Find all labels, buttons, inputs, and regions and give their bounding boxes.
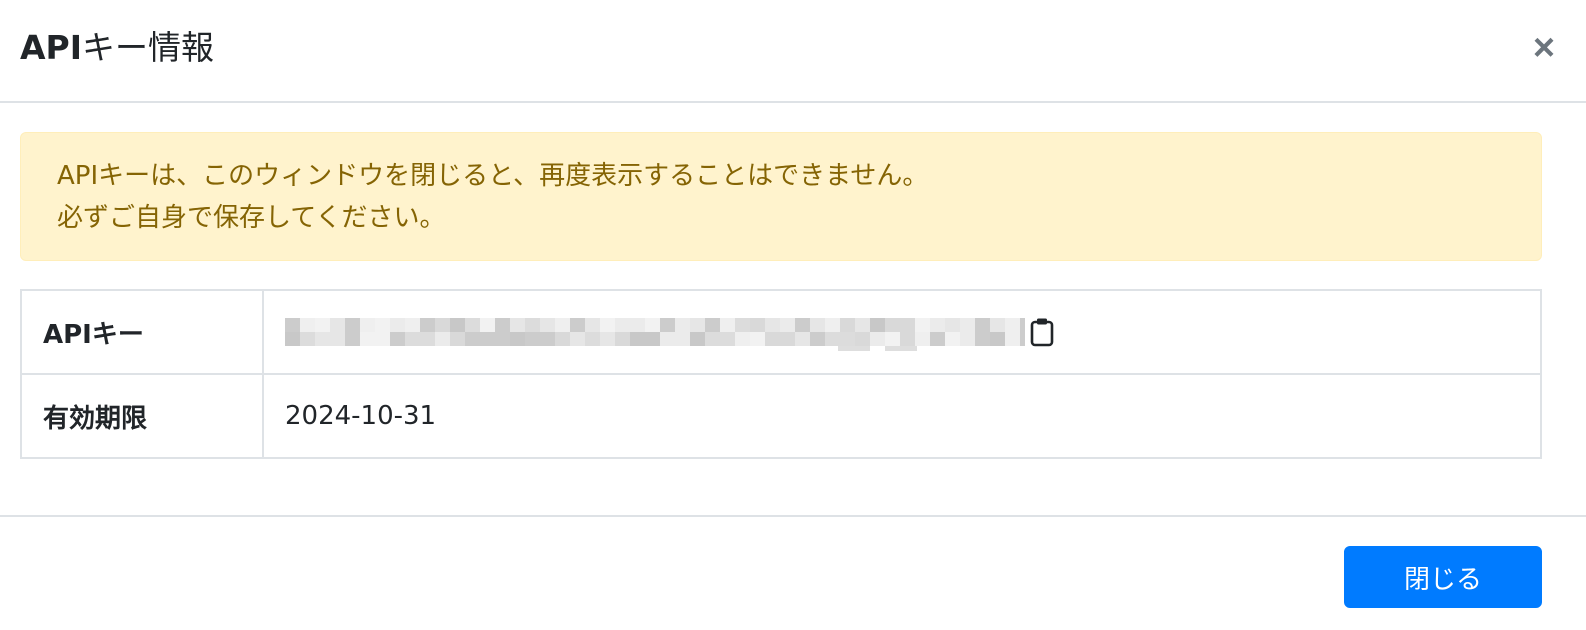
expiry-value: 2024-10-31 [262,373,1542,459]
modal-footer: 閉じる [0,515,1586,630]
table-row: APIキー [20,289,1542,375]
modal-title-suffix: キー情報 [82,28,215,67]
modal-body: APIキーは、このウィンドウを閉じると、再度表示することはできません。 必ずご自… [20,132,1542,459]
masked-api-key [285,313,1025,351]
modal-header: APIキー情報 × [0,0,1586,103]
modal-title-prefix: API [20,28,83,67]
alert-line-2: 必ずご自身で保存してください。 [57,203,446,233]
modal-title: APIキー情報 [20,26,214,70]
api-key-value-cell [262,289,1542,375]
api-key-info-table: APIキー 有効期限 2024-10-31 [20,289,1542,459]
clipboard-icon[interactable] [1029,317,1055,347]
api-key-label: APIキー [20,289,264,375]
expiry-label: 有効期限 [20,373,264,459]
close-button[interactable]: 閉じる [1344,546,1542,608]
alert-line-1: APIキーは、このウィンドウを閉じると、再度表示することはできません。 [57,161,929,191]
api-key-value [285,313,1539,351]
warning-alert: APIキーは、このウィンドウを閉じると、再度表示することはできません。 必ずご自… [20,132,1542,261]
api-key-modal: APIキー情報 × APIキーは、このウィンドウを閉じると、再度表示することはで… [0,0,1586,630]
table-row: 有効期限 2024-10-31 [20,373,1542,459]
close-icon[interactable]: × [1528,29,1560,67]
